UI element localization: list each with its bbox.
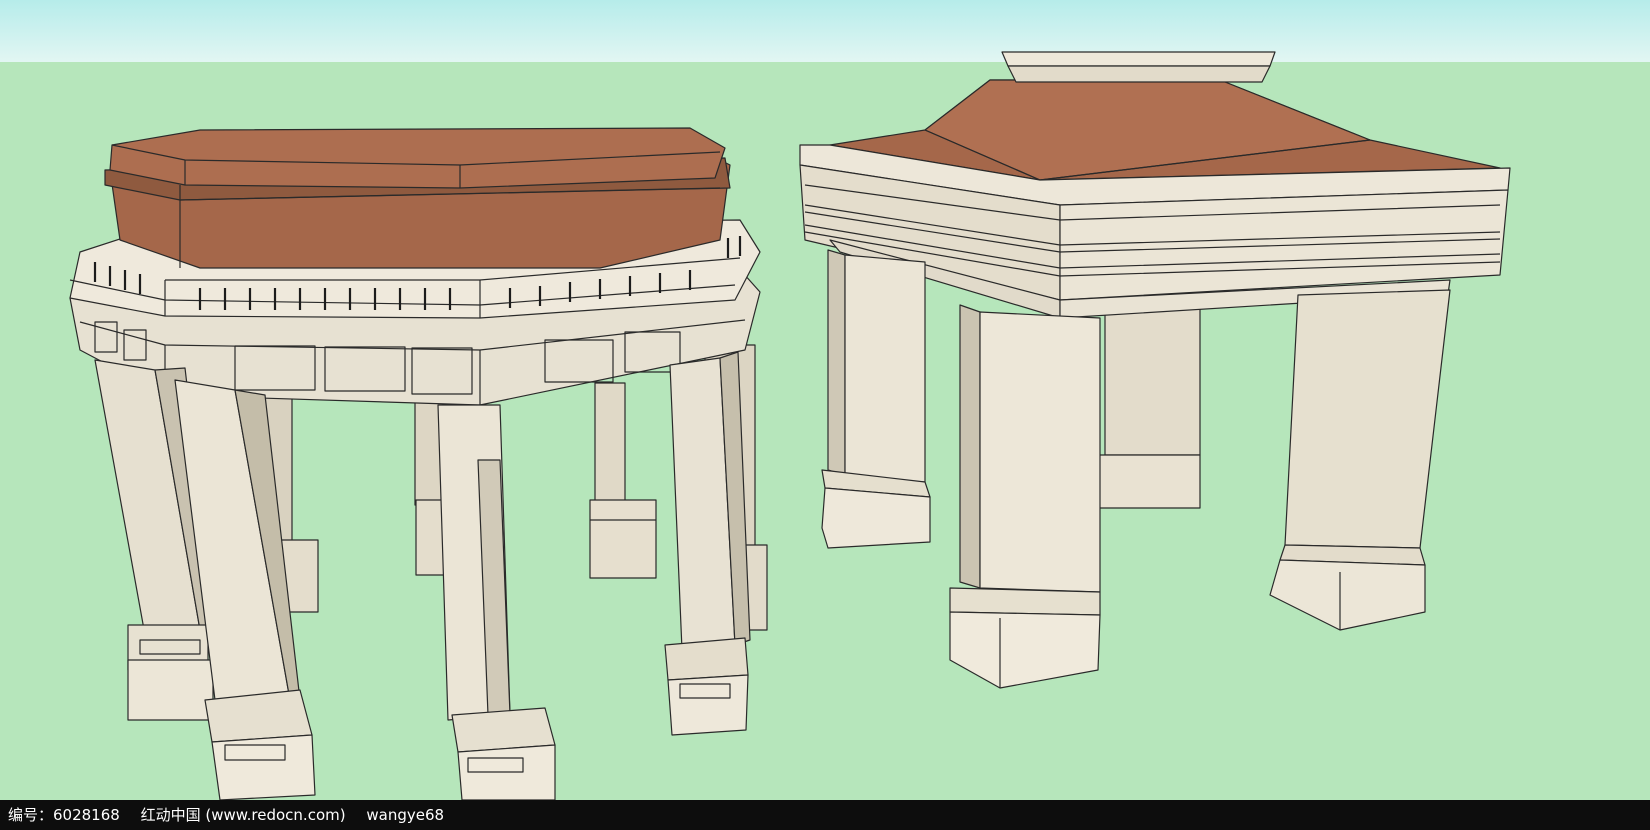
site-credit-label: 红动中国 (www.redocn.com) bbox=[140, 806, 346, 824]
image-id-label: 编号：6028168 bbox=[8, 806, 120, 824]
sky bbox=[0, 0, 1650, 62]
author-label: wangye68 bbox=[366, 806, 445, 824]
viewport: 编号：6028168 红动中国 (www.redocn.com) wangye6… bbox=[0, 0, 1650, 830]
watermark-footer: 编号：6028168 红动中国 (www.redocn.com) wangye6… bbox=[0, 800, 1650, 830]
3d-scene bbox=[0, 0, 1650, 800]
pavilion-roof-cap bbox=[1001, 51, 1276, 67]
gazebo-roof-top bbox=[109, 127, 726, 189]
